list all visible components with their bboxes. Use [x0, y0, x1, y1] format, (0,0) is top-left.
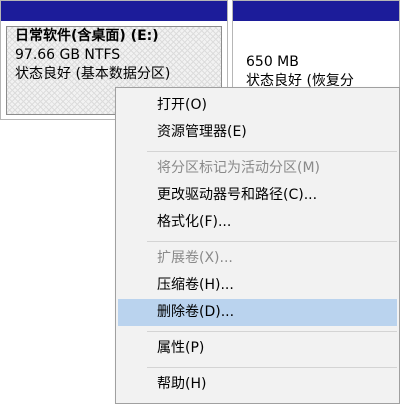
menu-separator: [147, 151, 397, 152]
volume-e-name: 日常软件(含桌面) (E:): [15, 28, 159, 44]
menu-item-shrink-volume[interactable]: 压缩卷(H)...: [118, 272, 397, 299]
menu-item-mark-active: 将分区标记为活动分区(M): [157, 160, 321, 176]
menu-item-properties[interactable]: 属性(P): [118, 335, 397, 362]
menu-separator: [147, 331, 397, 332]
menu-separator: [147, 241, 397, 242]
volume-header-bar: [233, 1, 399, 21]
volume-header-bar: [1, 1, 227, 21]
menu-item-explorer[interactable]: 资源管理器(E): [118, 119, 397, 146]
menu-item-open[interactable]: 打开(O): [118, 92, 397, 119]
volume-e-size: 97.66 GB NTFS: [15, 47, 121, 63]
menu-separator: [147, 367, 397, 368]
menu-item-extend-volume: 扩展卷(X)...: [157, 250, 233, 266]
menu-item-delete-volume[interactable]: 删除卷(D)...: [118, 299, 397, 326]
context-menu: 打开(O) 资源管理器(E) 将分区标记为活动分区(M) 更改驱动器号和路径(C…: [115, 87, 400, 404]
volume-e-status: 状态良好 (基本数据分区): [15, 66, 171, 82]
menu-item-help[interactable]: 帮助(H): [118, 371, 397, 398]
menu-item-change-drive-letter[interactable]: 更改驱动器号和路径(C)...: [118, 182, 397, 209]
volume-recovery-size: 650 MB: [246, 54, 299, 70]
menu-item-format[interactable]: 格式化(F)...: [118, 209, 397, 236]
